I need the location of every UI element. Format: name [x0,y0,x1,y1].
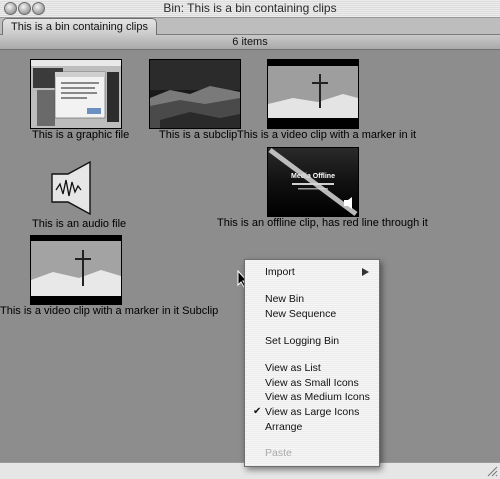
resize-grip-icon[interactable] [486,465,498,477]
tab-bin[interactable]: This is a bin containing clips [2,18,157,35]
clip-caption: This is an audio file [32,218,127,230]
video-marker-subclip-thumbnail[interactable] [30,235,122,305]
clip-caption: This is a video clip with a marker in it… [0,305,219,317]
title-bar[interactable]: Bin: This is a bin containing clips [0,0,500,18]
menu-item-view-large-icons[interactable]: ✔ View as Large Icons [245,405,379,419]
bin-window: Bin: This is a bin containing clips This… [0,0,500,479]
tab-bar: This is a bin containing clips [0,18,500,35]
menu-item-paste: Paste [265,447,292,459]
graphic-thumbnail[interactable] [30,59,122,129]
menu-item-arrange[interactable]: Arrange [245,420,379,434]
menu-item-view-medium-icons[interactable]: View as Medium Icons [245,390,379,404]
menu-item-import[interactable]: Import [245,265,379,279]
context-menu: Import New Bin New Sequence Set Logging … [244,259,380,467]
menu-item-view-small-icons[interactable]: View as Small Icons [245,376,379,390]
subclip-thumbnail[interactable] [149,59,241,129]
clip-caption: This is a graphic file [32,129,130,141]
clip-caption: This is a video clip with a marker in it [237,129,417,141]
clip-caption: This is an offline clip, has red line th… [217,217,428,229]
checkmark-icon: ✔ [253,406,262,417]
menu-item-set-logging-bin[interactable]: Set Logging Bin [245,334,379,348]
triangle-right-icon [362,268,369,276]
speaker-waveform-icon[interactable] [50,160,96,216]
item-count-bar: 6 items [0,35,500,50]
menu-item-new-sequence[interactable]: New Sequence [245,307,379,321]
menu-item-new-bin[interactable]: New Bin [245,292,379,306]
menu-item-view-as-list[interactable]: View as List [245,361,379,375]
window-title: Bin: This is a bin containing clips [163,1,337,15]
offline-thumbnail[interactable]: Media Offline [267,147,359,217]
video-marker-thumbnail[interactable] [267,59,359,129]
clip-caption: This is a subclip [159,129,238,141]
